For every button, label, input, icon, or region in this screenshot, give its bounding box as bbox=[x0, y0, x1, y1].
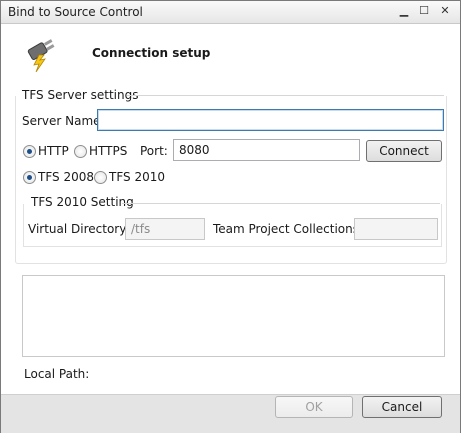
virtual-directory-label: Virtual Directory: bbox=[28, 222, 130, 236]
cancel-button[interactable]: Cancel bbox=[362, 396, 442, 418]
dialog-footer: OK Cancel bbox=[1, 394, 460, 433]
team-project-collections-label: Team Project Collections: bbox=[213, 222, 364, 236]
page-title: Connection setup bbox=[92, 46, 211, 60]
title-bar[interactable]: Bind to Source Control ▁ ☐ ✕ bbox=[1, 1, 460, 24]
window-title: Bind to Source Control bbox=[8, 5, 143, 19]
ok-button[interactable]: OK bbox=[275, 396, 353, 418]
tfs2008-radio-label[interactable]: TFS 2008 bbox=[38, 170, 94, 184]
port-input[interactable]: 8080 bbox=[173, 139, 360, 161]
local-path-label: Local Path: bbox=[24, 367, 90, 381]
team-project-collections-select[interactable] bbox=[354, 218, 438, 240]
plug-lightning-icon bbox=[25, 38, 59, 75]
tfs2008-radio[interactable] bbox=[23, 171, 36, 184]
close-button[interactable]: ✕ bbox=[436, 3, 454, 19]
tfs2010-radio-label[interactable]: TFS 2010 bbox=[109, 170, 165, 184]
bind-dialog: Bind to Source Control ▁ ☐ ✕ Connection … bbox=[0, 0, 461, 433]
connect-button[interactable]: Connect bbox=[366, 140, 442, 162]
https-radio-label[interactable]: HTTPS bbox=[89, 144, 127, 158]
dialog-body: Connection setup TFS Server settings Ser… bbox=[1, 24, 460, 394]
virtual-directory-input[interactable]: /tfs bbox=[125, 218, 205, 240]
https-radio[interactable] bbox=[74, 145, 87, 158]
maximize-button[interactable]: ☐ bbox=[415, 3, 433, 19]
minimize-button[interactable]: ▁ bbox=[395, 3, 413, 19]
status-log-box bbox=[22, 275, 445, 357]
tfs2010-radio[interactable] bbox=[94, 171, 107, 184]
http-radio-label[interactable]: HTTP bbox=[38, 144, 69, 158]
server-name-label: Server Name: bbox=[22, 114, 105, 128]
http-radio[interactable] bbox=[23, 145, 36, 158]
server-name-input[interactable] bbox=[97, 109, 444, 131]
port-label: Port: bbox=[140, 144, 168, 158]
